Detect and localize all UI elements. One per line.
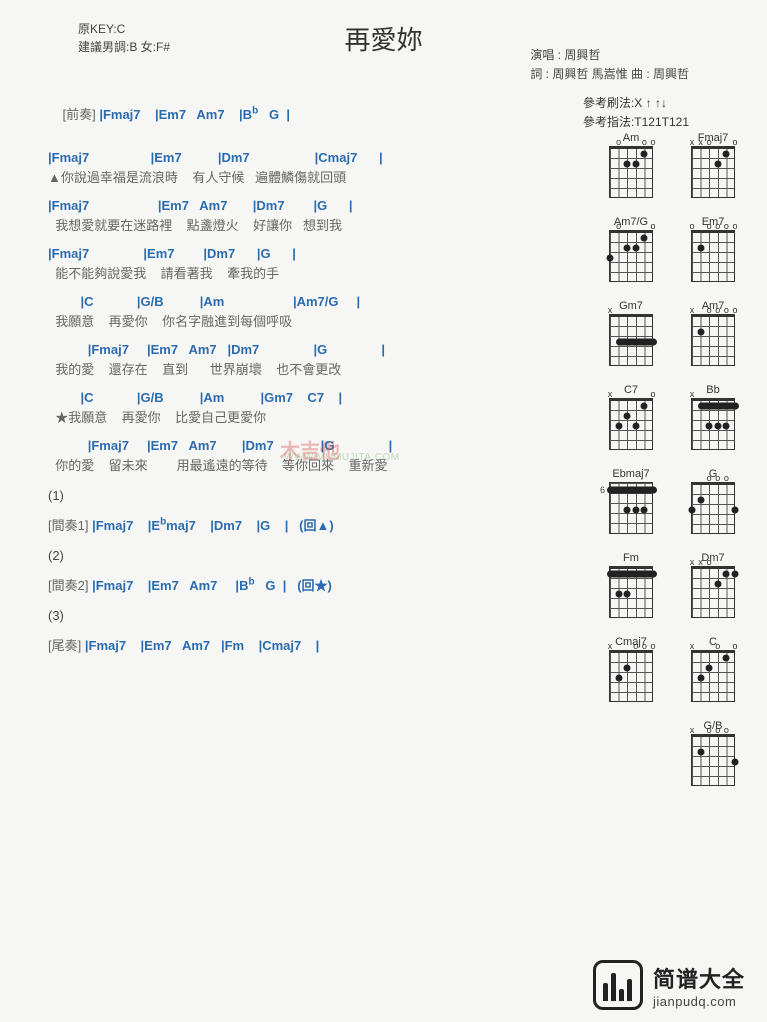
chord-diagram-C: Cxoo — [687, 636, 739, 702]
chorus-lyric-3: 你的愛 留未來 用最遙遠的等待 等你回來 重新愛 — [48, 455, 580, 474]
chord-name: Am7 — [702, 300, 725, 312]
chord-grid: xxo — [691, 566, 735, 618]
chorus-chords-2: |C |G/B |Am |Gm7 C7 | — [48, 390, 580, 405]
chord-grid: xoo — [691, 650, 735, 702]
break-num-2: (3) — [48, 608, 580, 623]
logo-cn: 简谱大全 — [653, 962, 745, 994]
chord-name: Fm — [623, 552, 639, 564]
pick-pattern: 參考指法:T121T121 — [583, 113, 689, 132]
verse-lyric-2: 能不能夠說愛我 請看著我 牽我的手 — [48, 263, 580, 282]
chord-diagram-Cmaj7: Cmaj7xooo — [605, 636, 657, 702]
verse-chords-0: |Fmaj7 |Em7 |Dm7 |Cmaj7 | — [48, 150, 580, 165]
credits: 詞 : 周興哲 馬嵩惟 曲 : 周興哲 — [530, 65, 689, 84]
break-num-0: (1) — [48, 488, 580, 503]
chord-diagram-G/B: G/Bxooo — [687, 720, 739, 786]
intro-chords: |Fmaj7 |Em7 Am7 |Bb G | — [99, 107, 290, 122]
logo-en: jianpudq.com — [653, 994, 745, 1009]
chord-diagram-Bb: Bb x — [687, 384, 739, 450]
chord-grid: xxoo — [691, 146, 735, 198]
verse-chords-2: |Fmaj7 |Em7 |Dm7 |G | — [48, 246, 580, 261]
chorus-chords-0: |C |G/B |Am |Am7/G | — [48, 294, 580, 309]
suggested-key: 建議男調:B 女:F# — [78, 38, 170, 56]
chorus-chords-3: |Fmaj7 |Em7 Am7 |Dm7 |G | — [48, 438, 580, 453]
chord-name: Em7 — [702, 216, 725, 228]
chord-grid: xo — [609, 398, 653, 450]
chord-diagram-Am: Am ooo — [605, 132, 657, 198]
chord-diagram-column: AmoooFmaj7xxooAm7/GooEm7oooooGm7xAm7xooo… — [569, 132, 739, 786]
break-row-1: [間奏2] |Fmaj7 |Em7 Am7 |Bb G | (回★) — [48, 575, 580, 594]
chord-grid: ooo — [691, 482, 735, 534]
chord-name: C7 — [624, 384, 638, 396]
chord-name: Ebmaj7 — [612, 468, 649, 480]
chord-grid: ooo — [609, 146, 653, 198]
meta-left: 原KEY:C 建議男調:B 女:F# — [78, 20, 170, 56]
chorus-chords-1: |Fmaj7 |Em7 Am7 |Dm7 |G | — [48, 342, 580, 357]
break-row-2: [尾奏] |Fmaj7 |Em7 Am7 |Fm |Cmaj7 | — [48, 635, 580, 654]
chord-grid: x — [609, 314, 653, 366]
chord-name: Gm7 — [619, 300, 643, 312]
footer-logo: 简谱大全 jianpudq.com — [593, 960, 745, 1010]
chorus-lyric-1: 我的愛 還存在 直到 世界崩壞 也不會更改 — [48, 359, 580, 378]
chord-grid: xooo — [609, 650, 653, 702]
verse-lyric-1: 我想愛就要在迷路裡 點盞燈火 好讓你 想到我 — [48, 215, 580, 234]
chord-grid: 6 — [609, 482, 653, 534]
intro-label: [前奏] — [62, 107, 95, 122]
chord-grid: xoooo — [691, 314, 735, 366]
chorus-lyric-0: 我願意 再愛你 你名字融進到每個呼吸 — [48, 311, 580, 330]
chord-grid: ooooo — [691, 230, 735, 282]
chord-diagram-Fmaj7: Fmaj7xxoo — [687, 132, 739, 198]
chord-diagram-Gm7: Gm7 x — [605, 300, 657, 366]
chord-name: Bb — [706, 384, 719, 396]
meta-right: 演唱 : 周興哲 詞 : 周興哲 馬嵩惟 曲 : 周興哲 — [530, 46, 689, 84]
chord-diagram-Em7: Em7 ooooo — [687, 216, 739, 282]
chord-diagram-Am7/G: Am7/Goo — [605, 216, 657, 282]
original-key: 原KEY:C — [78, 20, 170, 38]
verse-lyric-0: ▲你說過幸福是流浪時 有人守候 遍體鱗傷就回頭 — [48, 167, 580, 186]
pattern-box: 參考刷法:X ↑ ↑↓ 參考指法:T121T121 — [583, 94, 689, 132]
chord-name: Dm7 — [701, 552, 724, 564]
chord-diagram-C7: C7 xo — [605, 384, 657, 450]
chorus-lyric-2: ★我願意 再愛你 比愛自己更愛你 — [48, 407, 580, 426]
logo-icon — [593, 960, 643, 1010]
chord-grid: x — [691, 398, 735, 450]
chord-diagram-Fm: Fm — [605, 552, 657, 618]
break-row-0: [間奏1] |Fmaj7 |Ebmaj7 |Dm7 |G | (回▲) — [48, 515, 580, 534]
chord-diagram-G: Gooo — [687, 468, 739, 534]
chord-diagram-Am7: Am7 xoooo — [687, 300, 739, 366]
chord-diagram-Ebmaj7: Ebmaj7 6 — [605, 468, 657, 534]
main-content: [前奏] |Fmaj7 |Em7 Am7 |Bb G | |Fmaj7 |Em7… — [0, 67, 580, 654]
chord-grid — [609, 566, 653, 618]
strum-pattern: 參考刷法:X ↑ ↑↓ — [583, 94, 689, 113]
chord-name: Am — [623, 132, 640, 144]
break-num-1: (2) — [48, 548, 580, 563]
verse-chords-1: |Fmaj7 |Em7 Am7 |Dm7 |G | — [48, 198, 580, 213]
chord-diagram-Dm7: Dm7 xxo — [687, 552, 739, 618]
chord-grid: xooo — [691, 734, 735, 786]
performer: 演唱 : 周興哲 — [530, 46, 689, 65]
chord-grid: oo — [609, 230, 653, 282]
